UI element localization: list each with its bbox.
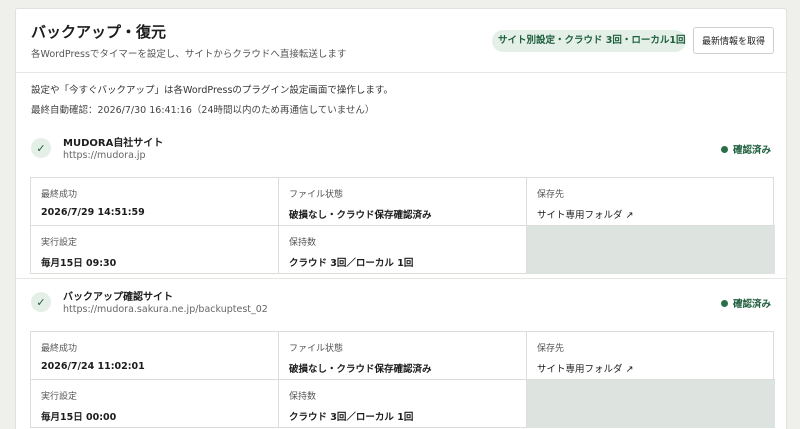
retention-cell: 保持数 クラウド 3回／ローカル 1回	[279, 380, 527, 428]
destination-cell: 保存先 サイト専用フォルダ ↗	[527, 178, 775, 226]
retention-value: クラウド 3回／ローカル 1回	[289, 258, 414, 269]
retention-cell: 保持数 クラウド 3回／ローカル 1回	[279, 226, 527, 274]
schedule-value: 毎月15日 09:30	[41, 258, 117, 269]
file-state-value: 破損なし・クラウド保存確認済み	[289, 364, 432, 375]
status-label: 確認済み	[732, 145, 771, 156]
site-details-grid: 最終成功 2026/7/24 11:02:01 ファイル状態 破損なし・クラウド…	[30, 331, 775, 428]
status-badge: 確認済み	[720, 142, 771, 156]
last-auto-check: 最終自動確認：2026/7/30 16:41:16（24時間以内のため再通信して…	[31, 105, 375, 116]
empty-cell	[527, 226, 775, 274]
file-state-cell: ファイル状態 破損なし・クラウド保存確認済み	[279, 332, 527, 380]
status-dot-icon	[720, 299, 728, 307]
empty-cell	[527, 380, 775, 428]
last-success-cell: 最終成功 2026/7/24 11:02:01	[31, 332, 279, 380]
file-state-label: ファイル状態	[289, 190, 344, 200]
destination-label: 保存先	[537, 190, 565, 200]
file-state-label: ファイル状態	[289, 344, 344, 354]
settings-summary-badge: サイト別設定・クラウド 3回・ローカル1回	[492, 30, 686, 52]
backup-panel: バックアップ・復元 各WordPressでタイマーを設定し、サイトからクラウドへ…	[15, 8, 787, 429]
site-url: https://mudora.jp	[63, 150, 146, 161]
destination-cell: 保存先 サイト専用フォルダ ↗	[527, 332, 775, 380]
check-icon: ✓	[31, 292, 51, 312]
site-url: https://mudora.sakura.ne.jp/backuptest_0…	[63, 304, 268, 315]
page-subtitle: 各WordPressでタイマーを設定し、サイトからクラウドへ直接転送します	[31, 49, 347, 60]
schedule-cell: 実行設定 毎月15日 00:00	[31, 380, 279, 428]
check-icon: ✓	[31, 138, 51, 158]
last-success-value: 2026/7/29 14:51:59	[41, 207, 145, 218]
last-success-label: 最終成功	[41, 190, 78, 200]
retention-label: 保持数	[289, 392, 317, 402]
page-title: バックアップ・復元	[31, 23, 167, 41]
status-badge: 確認済み	[720, 296, 771, 310]
last-success-cell: 最終成功 2026/7/29 14:51:59	[31, 178, 279, 226]
retention-label: 保持数	[289, 238, 317, 248]
destination-folder-link[interactable]: サイト専用フォルダ ↗	[537, 207, 765, 221]
status-label: 確認済み	[732, 299, 771, 310]
schedule-label: 実行設定	[41, 238, 78, 248]
site-card: ✓ バックアップ確認サイト https://mudora.sakura.ne.j…	[16, 278, 786, 428]
status-dot-icon	[720, 145, 728, 153]
last-success-value: 2026/7/24 11:02:01	[41, 361, 145, 372]
panel-header: バックアップ・復元 各WordPressでタイマーを設定し、サイトからクラウドへ…	[16, 9, 786, 73]
refresh-button[interactable]: 最新情報を取得	[693, 27, 774, 54]
destination-folder-link[interactable]: サイト専用フォルダ ↗	[537, 361, 765, 375]
settings-notice: 設定や「今すぐバックアップ」は各WordPressのプラグイン設定画面で操作しま…	[31, 85, 393, 96]
file-state-value: 破損なし・クラウド保存確認済み	[289, 210, 432, 221]
schedule-label: 実行設定	[41, 392, 78, 402]
retention-value: クラウド 3回／ローカル 1回	[289, 412, 414, 423]
site-details-grid: 最終成功 2026/7/29 14:51:59 ファイル状態 破損なし・クラウド…	[30, 177, 775, 274]
site-name: バックアップ確認サイト	[63, 292, 173, 303]
schedule-value: 毎月15日 00:00	[41, 412, 117, 423]
destination-label: 保存先	[537, 344, 565, 354]
schedule-cell: 実行設定 毎月15日 09:30	[31, 226, 279, 274]
last-success-label: 最終成功	[41, 344, 78, 354]
file-state-cell: ファイル状態 破損なし・クラウド保存確認済み	[279, 178, 527, 226]
site-name: MUDORA自社サイト	[63, 138, 164, 149]
